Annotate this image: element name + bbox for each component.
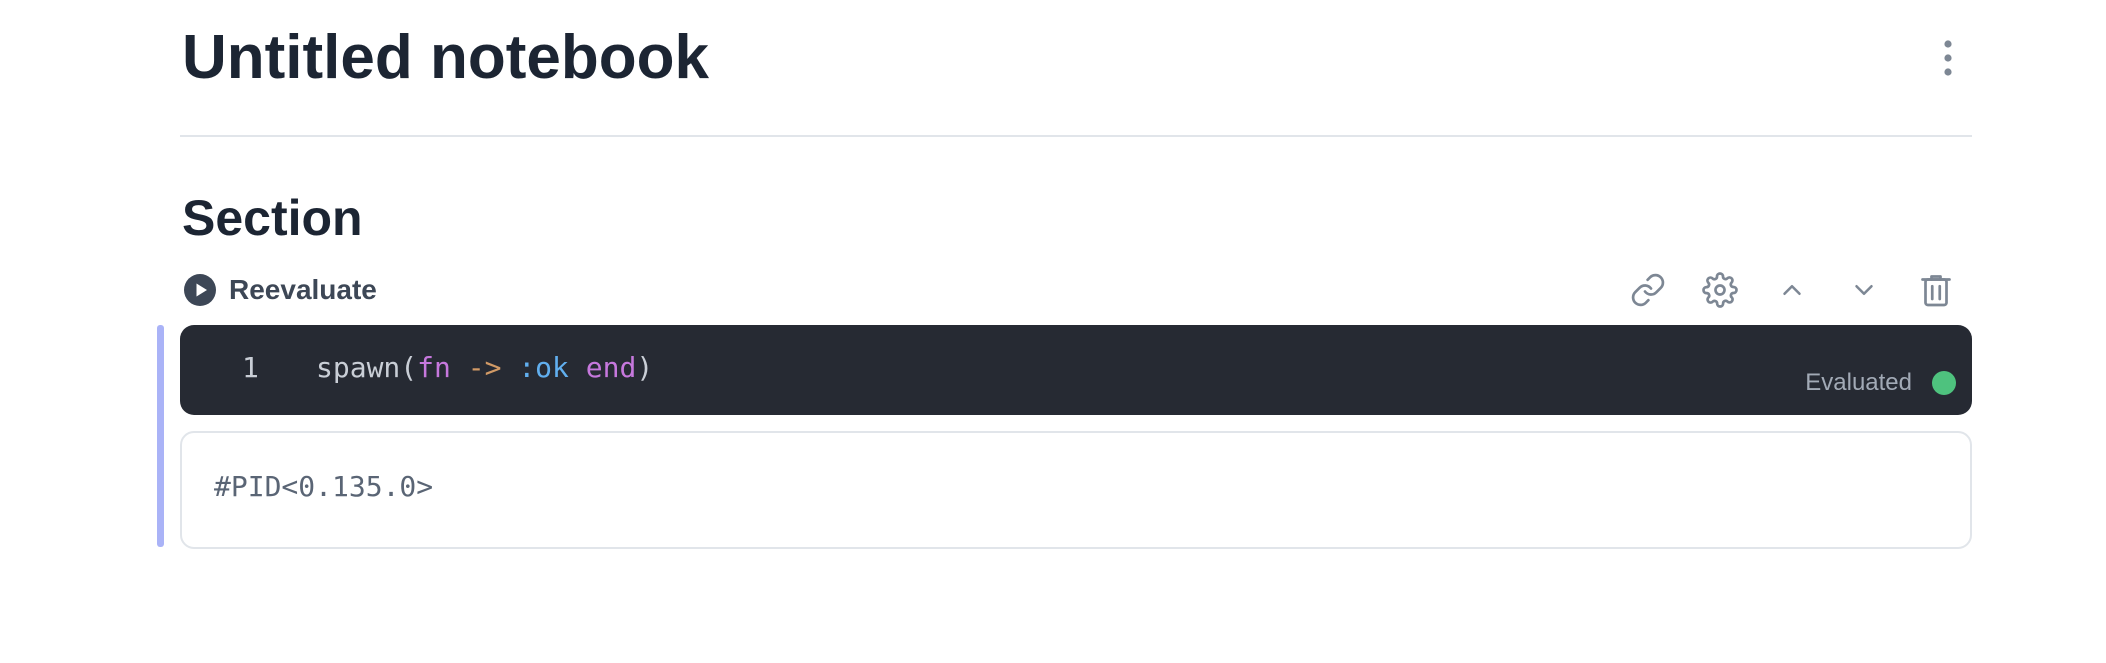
chevron-down-icon (1855, 285, 1873, 295)
vertical-dots-icon (1944, 40, 1952, 76)
cell-focus-indicator (157, 325, 164, 547)
section-title[interactable]: Section (182, 188, 363, 248)
cell-output: #PID<0.135.0> (180, 431, 1972, 549)
status-indicator (1932, 371, 1956, 395)
delete-button[interactable] (1900, 268, 1972, 312)
reevaluate-label: Reevaluate (229, 274, 377, 305)
chevron-up-icon (1783, 285, 1801, 295)
trash-icon (1921, 275, 1951, 307)
link-icon (1631, 273, 1665, 307)
gear-icon (1702, 272, 1738, 308)
code-token-atom: :ok (518, 351, 569, 384)
reevaluate-button[interactable]: Reevaluate (183, 270, 377, 310)
line-number: 1 (242, 351, 259, 384)
notebook-header: Untitled notebook (180, 0, 1972, 137)
link-button[interactable] (1612, 268, 1684, 312)
notebook-menu-button[interactable] (1940, 38, 1956, 78)
output-text: #PID<0.135.0> (214, 470, 434, 503)
code-token-paren: ) (636, 351, 654, 384)
code-editor[interactable]: 1 spawn(fn -> :ok end) Evaluated (180, 325, 1972, 415)
cell-actions (1612, 268, 1972, 312)
notebook-title[interactable]: Untitled notebook (182, 22, 709, 94)
cell-toolbar: Reevaluate (180, 268, 1972, 312)
play-circle-icon (184, 274, 216, 306)
status-label: Evaluated (1805, 369, 1912, 396)
code-token-keyword-fn: fn (417, 351, 451, 384)
code-token-call: spawn( (316, 351, 418, 384)
code-token-arrow: -> (467, 351, 502, 384)
settings-button[interactable] (1684, 268, 1756, 312)
notebook: Untitled notebook Section Reevaluate 1 s… (180, 0, 1972, 549)
cell-status: Evaluated (1805, 369, 1956, 397)
move-down-button[interactable] (1828, 268, 1900, 312)
code-token-keyword-end: end (585, 351, 637, 384)
code-line[interactable]: spawn(fn -> :ok end) (316, 351, 653, 384)
move-up-button[interactable] (1756, 268, 1828, 312)
